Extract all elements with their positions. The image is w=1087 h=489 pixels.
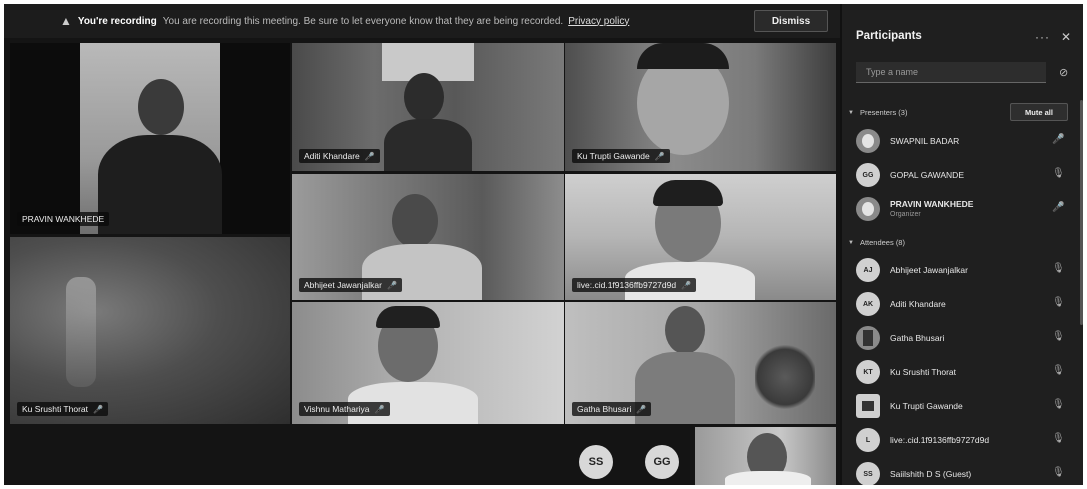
attendee-row[interactable]: L live:.cid.1f9136ffb9727d9d 🎙 — [842, 425, 1078, 455]
video-tile-pravin-wankhede[interactable]: PRAVIN WANKHEDE — [10, 43, 290, 234]
attendee-row[interactable]: SS Saiilshith D S (Guest) 🎙 — [842, 459, 1078, 485]
mic-off-icon: 🎤 — [386, 280, 397, 290]
participant-name-label: Gatha Bhusari 🎤 — [572, 402, 652, 416]
participant-role: Organizer — [890, 211, 921, 218]
video-tile-gatha-bhusari[interactable]: Gatha Bhusari 🎤 — [565, 302, 836, 424]
panel-scrollbar[interactable] — [1080, 100, 1083, 325]
avatar — [856, 394, 880, 418]
mic-off-icon[interactable]: 🎙 — [1052, 399, 1065, 410]
attendee-row[interactable]: AK Aditi Khandare 🎙 — [842, 289, 1078, 319]
warning-icon: ▲ — [60, 14, 72, 28]
privacy-policy-link[interactable]: Privacy policy — [568, 16, 629, 27]
avatar — [856, 129, 880, 153]
presenter-row[interactable]: SWAPNIL BADAR 🎤 — [842, 126, 1078, 156]
participants-panel: Participants ··· ✕ ⊘ ▼ Presenters (3) Mu… — [842, 4, 1083, 485]
mic-off-icon: 🎤 — [654, 151, 665, 161]
mic-off-icon: 🎤 — [681, 280, 692, 290]
avatar: AJ — [856, 258, 880, 282]
participant-name-label: live:.cid.1f9136ffb9727d9d 🎤 — [572, 278, 697, 292]
video-tile-vishnu-mathariya[interactable]: Vishnu Mathariya 🎤 — [292, 302, 564, 424]
avatar: KT — [856, 360, 880, 384]
avatar — [856, 197, 880, 221]
participant-name: PRAVIN WANKHEDE — [890, 199, 974, 209]
more-options-icon[interactable]: ··· — [1035, 30, 1050, 44]
mic-off-icon: 🎤 — [364, 151, 375, 161]
mic-off-icon: 🎤 — [93, 404, 103, 414]
mic-off-icon[interactable]: 🎙 — [1052, 263, 1065, 274]
attendee-row[interactable]: AJ Abhijeet Jawanjalkar 🎙 — [842, 255, 1078, 285]
participant-name-label: Aditi Khandare 🎤 — [299, 149, 380, 163]
mic-icon[interactable]: 🎤 — [1052, 202, 1064, 213]
mic-icon[interactable]: 🎤 — [1052, 134, 1064, 145]
participant-search-input[interactable] — [856, 62, 1046, 83]
participant-name: Aditi Khandare — [890, 299, 946, 309]
participant-name-label: Ku Srushti Thorat 🎤 — [17, 402, 108, 416]
attendees-section-toggle[interactable]: ▼ Attendees (8) — [848, 238, 905, 247]
video-tile-ku-trupti-gawande[interactable]: Ku Trupti Gawande 🎤 — [565, 43, 836, 171]
close-icon[interactable]: ✕ — [1061, 30, 1071, 44]
presenter-row[interactable]: GG GOPAL GAWANDE 🎙 — [842, 160, 1078, 190]
video-tile-ku-srushti-thorat[interactable]: Ku Srushti Thorat 🎤 — [10, 237, 290, 424]
participant-name: Saiilshith D S (Guest) — [890, 469, 972, 479]
participant-name: live:.cid.1f9136ffb9727d9d — [890, 435, 990, 445]
participant-name-label: Vishnu Mathariya 🎤 — [299, 402, 390, 416]
presenters-label: Presenters (3) — [859, 108, 908, 117]
participant-name: Ku Srushti Thorat — [890, 367, 956, 377]
participant-name-label: Ku Trupti Gawande 🎤 — [572, 149, 670, 163]
recording-message: You are recording this meeting. Be sure … — [162, 15, 564, 27]
participant-name: Ku Trupti Gawande — [890, 401, 963, 411]
mic-off-icon[interactable]: 🎙 — [1052, 297, 1065, 308]
avatar: L — [856, 428, 880, 452]
mic-off-icon: 🎤 — [374, 404, 385, 414]
mic-off-icon[interactable]: 🎙 — [1052, 365, 1065, 376]
overflow-avatar-ss[interactable]: SS — [579, 445, 613, 479]
share-invite-icon[interactable]: ⊘ — [1059, 66, 1068, 79]
presenters-section-toggle[interactable]: ▼ Presenters (3) — [848, 108, 907, 117]
mic-off-icon[interactable]: 🎙 — [1052, 331, 1065, 342]
recording-title: You're recording — [77, 15, 157, 27]
participant-name: Abhijeet Jawanjalkar — [890, 265, 968, 275]
participant-name-label: Abhijeet Jawanjalkar 🎤 — [299, 278, 402, 292]
chevron-down-icon: ▼ — [848, 239, 854, 246]
dismiss-button[interactable]: Dismiss — [754, 10, 828, 32]
mic-off-icon[interactable]: 🎙 — [1052, 433, 1065, 444]
video-tile-aditi-khandare[interactable]: Aditi Khandare 🎤 — [292, 43, 564, 171]
mic-off-icon[interactable]: 🎙 — [1052, 168, 1065, 179]
mic-off-icon: 🎤 — [636, 404, 647, 414]
chevron-down-icon: ▼ — [848, 109, 854, 116]
attendee-row[interactable]: Gatha Bhusari 🎙 — [842, 323, 1078, 353]
meeting-stage: ▲ You're recording You are recording thi… — [4, 4, 840, 485]
mic-off-icon[interactable]: 🎙 — [1052, 467, 1065, 478]
self-view-video[interactable] — [695, 427, 836, 485]
participant-name: Gatha Bhusari — [890, 333, 945, 343]
avatar — [856, 326, 880, 350]
teams-meeting-window: ▲ You're recording You are recording thi… — [4, 4, 1083, 485]
avatar: GG — [856, 163, 880, 187]
participant-name: GOPAL GAWANDE — [890, 170, 964, 180]
overflow-avatar-gg[interactable]: GG — [645, 445, 679, 479]
participant-name-label: PRAVIN WANKHEDE — [17, 212, 110, 226]
avatar: AK — [856, 292, 880, 316]
attendee-row[interactable]: Ku Trupti Gawande 🎙 — [842, 391, 1078, 421]
participant-name: SWAPNIL BADAR — [890, 136, 960, 146]
presenter-row[interactable]: PRAVIN WANKHEDE Organizer 🎤 — [842, 194, 1078, 224]
avatar: SS — [856, 462, 880, 485]
attendee-row[interactable]: KT Ku Srushti Thorat 🎙 — [842, 357, 1078, 387]
panel-title: Participants — [856, 30, 922, 42]
video-tile-abhijeet-jawanjalkar[interactable]: Abhijeet Jawanjalkar 🎤 — [292, 174, 564, 300]
video-tile-live-cid[interactable]: live:.cid.1f9136ffb9727d9d 🎤 — [565, 174, 836, 300]
recording-banner: ▲ You're recording You are recording thi… — [4, 4, 840, 38]
mute-all-button[interactable]: Mute all — [1010, 103, 1068, 121]
attendees-label: Attendees (8) — [859, 238, 905, 247]
